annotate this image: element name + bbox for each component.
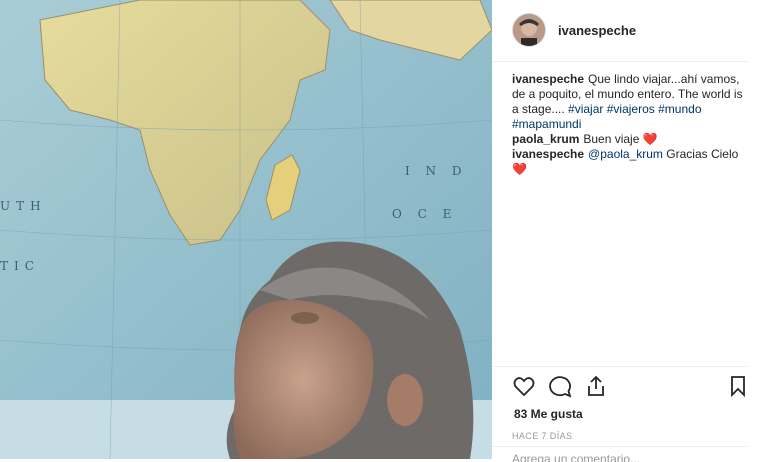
hashtag-link[interactable]: #viajeros bbox=[607, 102, 655, 116]
divider bbox=[492, 366, 748, 367]
hashtag-link[interactable]: #mundo bbox=[658, 102, 701, 116]
caption-username[interactable]: ivanespeche bbox=[512, 72, 584, 86]
heart-emoji-icon: ❤️ bbox=[642, 132, 658, 146]
map-label: UTH bbox=[0, 199, 47, 213]
comment-item: paola_krum Buen viaje ❤️ bbox=[512, 132, 747, 147]
hashtag-link[interactable]: #mapamundi bbox=[512, 117, 581, 131]
comment-icon[interactable] bbox=[548, 374, 574, 400]
map-label: TIC bbox=[0, 259, 40, 273]
comment-username[interactable]: paola_krum bbox=[512, 132, 579, 146]
likes-count[interactable]: 83 Me gusta bbox=[514, 407, 583, 421]
comment-username[interactable]: ivanespeche bbox=[512, 147, 584, 161]
author-username[interactable]: ivanespeche bbox=[558, 23, 636, 38]
add-comment-input[interactable]: Agrega un comentario... bbox=[512, 452, 732, 462]
hashtag-link[interactable]: #viajar bbox=[568, 102, 603, 116]
avatar[interactable] bbox=[512, 13, 546, 47]
map-label: O C E bbox=[392, 207, 457, 221]
divider bbox=[492, 446, 748, 447]
comment-text: Gracias Cielo bbox=[662, 147, 739, 161]
share-icon[interactable] bbox=[584, 374, 610, 400]
comment-item: ivanespeche @paola_krum Gracias Cielo ❤️ bbox=[512, 147, 747, 177]
action-bar bbox=[512, 374, 752, 400]
map-selfie-image: I N D O C E UTH TIC bbox=[0, 0, 492, 459]
post-timestamp: HACE 7 DÍAS bbox=[512, 431, 573, 441]
heart-emoji-icon: ❤️ bbox=[512, 162, 527, 176]
map-label: I N D bbox=[405, 164, 468, 178]
bookmark-icon[interactable] bbox=[726, 374, 752, 400]
post-details-panel: ivanespeche ivanespeche Que lindo viajar.… bbox=[492, 0, 758, 462]
heart-icon[interactable] bbox=[512, 374, 538, 400]
comment-text: Buen viaje bbox=[583, 132, 643, 146]
divider bbox=[492, 61, 748, 62]
post-photo[interactable]: I N D O C E UTH TIC bbox=[0, 0, 492, 459]
comments-list: ivanespeche Que lindo viajar...ahí vamos,… bbox=[512, 72, 747, 177]
caption: ivanespeche Que lindo viajar...ahí vamos,… bbox=[512, 72, 747, 132]
mention-link[interactable]: @paola_krum bbox=[588, 147, 663, 161]
post-header: ivanespeche bbox=[512, 13, 636, 47]
